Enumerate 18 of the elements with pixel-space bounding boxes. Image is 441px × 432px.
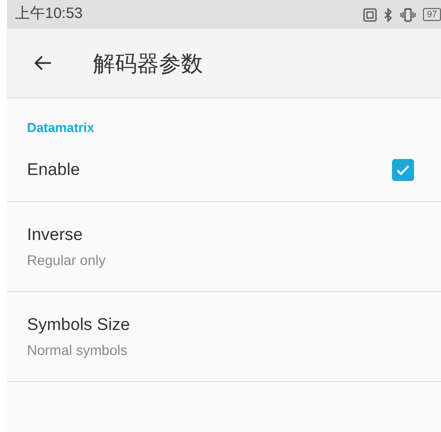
back-arrow-icon	[34, 55, 52, 71]
preference-summary: Normal symbols	[27, 341, 128, 360]
preference-summary: Regular only	[27, 251, 106, 270]
preference-row[interactable]: Symbols Size Normal symbols	[7, 292, 441, 382]
toolbar-title: 解码器参数	[93, 50, 203, 78]
vibrate-icon	[400, 8, 416, 22]
preference-row[interactable]: Enable	[7, 138, 441, 202]
preference-row[interactable]: Inverse Regular only	[7, 202, 441, 292]
battery-icon: 97	[422, 8, 441, 21]
nfc-icon	[362, 8, 377, 22]
section-header: Datamatrix	[27, 118, 94, 137]
checkmark-icon	[396, 164, 410, 176]
preference-title: Enable	[27, 158, 80, 181]
checkbox[interactable]	[392, 158, 414, 180]
preference-title: Inverse	[27, 224, 84, 246]
status-time: 上午10:53	[15, 4, 83, 24]
preference-title: Symbols Size	[27, 314, 130, 336]
bluetooth-icon	[384, 8, 393, 22]
